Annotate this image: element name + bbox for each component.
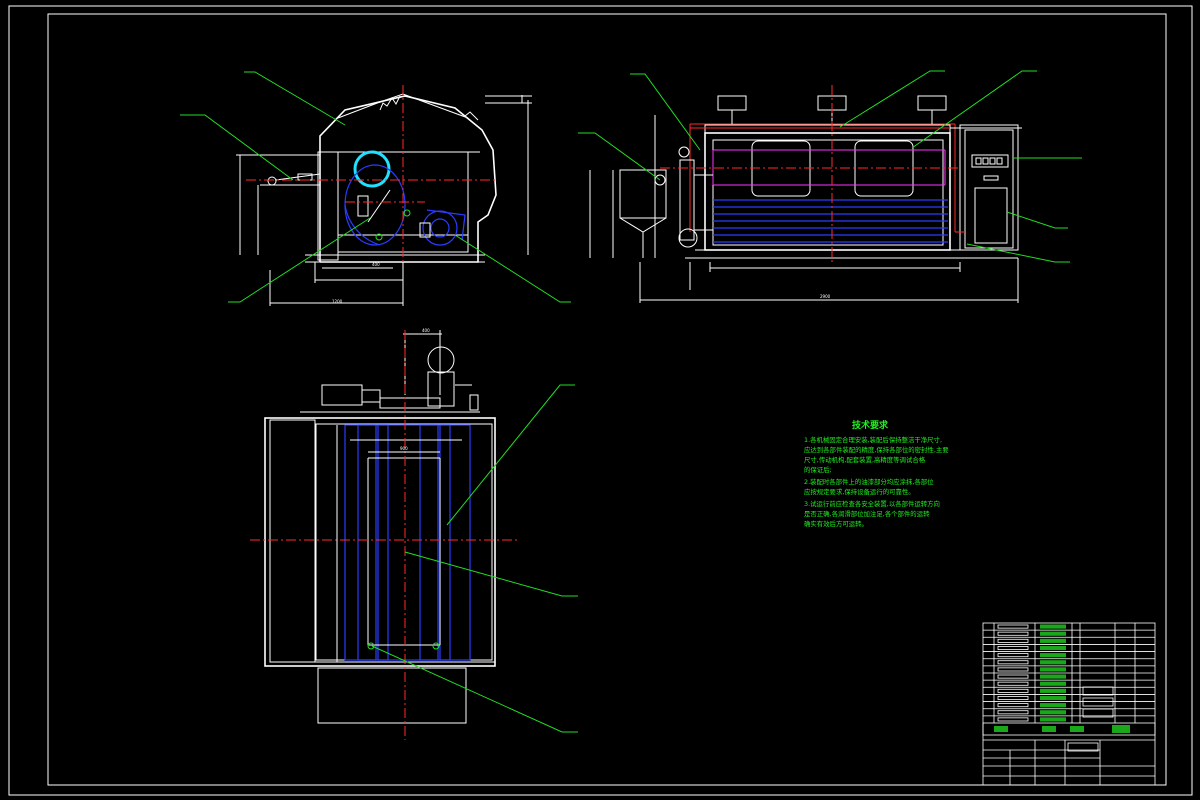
front-elevation-view: 1200 400 xyxy=(180,71,571,306)
parts-list-code-cell xyxy=(997,674,1029,679)
parts-list-name-cell xyxy=(1040,660,1066,665)
parts-list-name-cell xyxy=(1040,667,1066,672)
plan-view-leaders xyxy=(371,384,578,733)
side-view-dimensions: 2900 xyxy=(589,115,1022,303)
parts-list-name-cell xyxy=(1040,653,1066,658)
svg-text:900: 900 xyxy=(400,446,408,451)
tech-req-line-9: 确实有效后方可运转。 xyxy=(804,519,868,528)
side-elevation-view: 2900 xyxy=(578,70,1082,303)
parts-list-and-title-block xyxy=(982,622,1156,786)
parts-list-name-cell xyxy=(1040,624,1066,629)
plan-view: 900 400 xyxy=(250,328,578,740)
parts-list-name-cell xyxy=(1040,710,1066,715)
parts-list-code-cell xyxy=(997,653,1029,658)
parts-list-table xyxy=(983,624,1155,722)
tech-req-line-7: 3.试运行前应检查各安全装置,以各部件运转方向 xyxy=(804,499,940,508)
technical-requirements-title: 技术要求 xyxy=(852,419,889,431)
tech-req-line-1: 1.各机械固定合理安装,装配后保持整洁干净尺寸, xyxy=(804,435,942,444)
parts-list-code-cell xyxy=(997,710,1029,715)
parts-list-code-cell xyxy=(997,681,1029,686)
parts-list-code-cell xyxy=(997,717,1029,722)
parts-list-name-cell xyxy=(1040,703,1066,708)
cad-drawing-canvas: 1200 400 2900 900 400 技术要求 1.各机械固定合理安装,装… xyxy=(8,5,1193,796)
parts-list-name-cell xyxy=(1040,695,1066,701)
parts-list-name-cell xyxy=(1040,688,1066,693)
parts-list-name-cell xyxy=(1040,674,1066,679)
parts-list-code-cell xyxy=(997,646,1029,650)
parts-list-code-cell xyxy=(997,688,1029,693)
tech-req-line-6: 应按规定要求,保持设备运行的可靠性。 xyxy=(804,487,915,496)
parts-list-name-cell xyxy=(1040,645,1066,651)
svg-text:400: 400 xyxy=(422,328,430,333)
tech-req-line-2: 应达到各部件装配的精度,保持各部位的密封性,主要 xyxy=(804,445,949,454)
parts-list-code-cell xyxy=(997,667,1029,672)
tech-req-line-4: 的保证后; xyxy=(804,465,832,474)
svg-text:2900: 2900 xyxy=(820,294,831,299)
svg-text:1200: 1200 xyxy=(332,299,343,304)
parts-list-code-cell xyxy=(997,660,1029,665)
parts-list-code-cell xyxy=(997,703,1029,708)
parts-list-code-cell xyxy=(997,696,1029,700)
front-view-dimensions: 1200 400 xyxy=(236,95,532,306)
parts-list-code-cell xyxy=(997,638,1029,643)
tech-req-line-8: 是否正确,各润滑部位加注足,各个部件的运转 xyxy=(804,509,930,518)
parts-list-name-cell xyxy=(1040,638,1066,643)
technical-requirements-note: 技术要求 1.各机械固定合理安装,装配后保持整洁干净尺寸, 应达到各部件装配的精… xyxy=(804,419,949,528)
parts-list-name-cell xyxy=(1040,631,1066,636)
svg-text:400: 400 xyxy=(372,262,380,267)
parts-list-code-cell xyxy=(997,624,1029,629)
parts-list-name-cell xyxy=(1040,681,1066,686)
tech-req-line-3: 尺寸,传动机构,配套装置,高精度等调试合格 xyxy=(804,455,926,464)
parts-list-code-cell xyxy=(997,631,1029,636)
drawing-frame xyxy=(8,5,1193,796)
tech-req-line-5: 2.装配时各部件上的油漆部分均应涂抹,各部位 xyxy=(804,477,934,486)
parts-list-name-cell xyxy=(1040,717,1066,722)
